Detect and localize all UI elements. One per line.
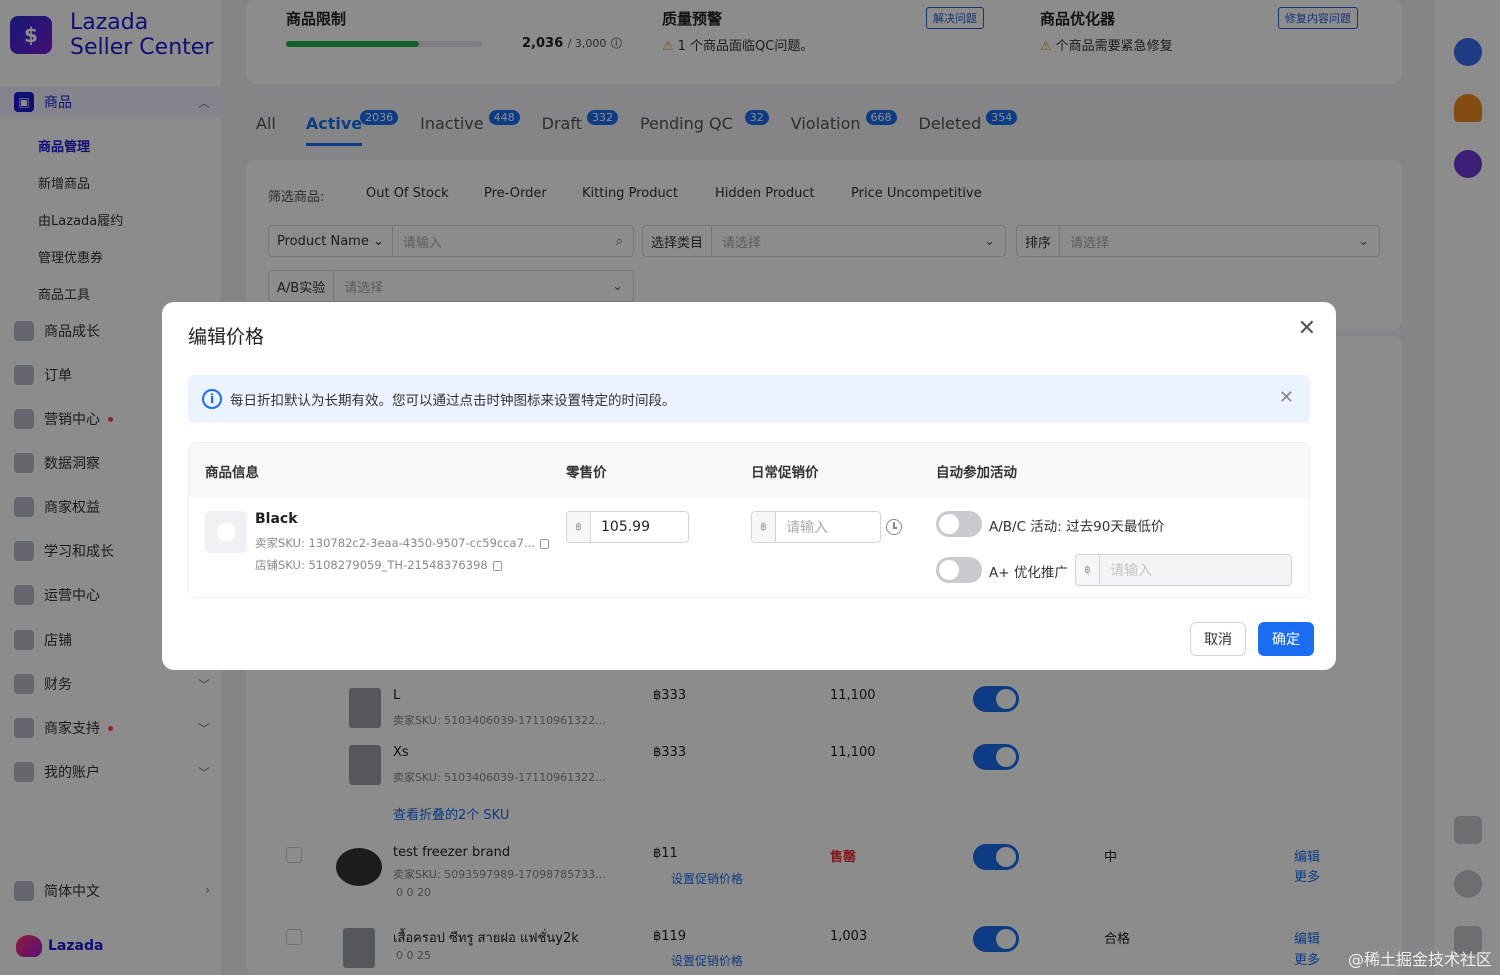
col-retail-price: 零售价: [566, 465, 607, 481]
retail-price-input[interactable]: ฿ 105.99: [566, 511, 689, 543]
col-promo-price: 日常促销价: [751, 465, 819, 481]
price-edit-table: 商品信息 零售价 日常促销价 自动参加活动 Black 卖家SKU: 13078…: [188, 442, 1310, 598]
info-notice: i 每日折扣默认为长期有效。您可以通过点击时钟图标来设置特定的时间段。 ✕: [188, 375, 1310, 423]
currency-symbol: ฿: [1076, 555, 1100, 585]
a-plus-promo-label: A+ 优化推广: [989, 565, 1068, 581]
shop-sku-text: 店铺SKU: 5108279059_TH-21548376398: [255, 558, 488, 572]
a-plus-promo-toggle[interactable]: [936, 557, 982, 583]
retail-price-value[interactable]: 105.99: [591, 519, 650, 535]
currency-symbol: ฿: [752, 512, 776, 542]
promo-price-input[interactable]: ฿ 请输入: [751, 511, 881, 543]
seller-sku: 卖家SKU: 130782c2-3eaa-4350-9507-cc59cca7.…: [255, 535, 549, 551]
notice-close-icon[interactable]: ✕: [1279, 387, 1294, 408]
copy-icon[interactable]: [492, 560, 502, 571]
shop-sku: 店铺SKU: 5108279059_TH-21548376398: [255, 557, 502, 573]
col-product-info: 商品信息: [205, 465, 259, 481]
abc-campaign-label: A/B/C 活动: 过去90天最低价: [989, 519, 1165, 535]
abc-campaign-toggle[interactable]: [936, 511, 982, 537]
close-icon[interactable]: ✕: [1298, 316, 1316, 341]
clock-icon[interactable]: [886, 519, 902, 535]
copy-icon[interactable]: [539, 538, 549, 549]
product-image-placeholder: [205, 511, 247, 553]
a-plus-promo-placeholder: 请输入: [1110, 563, 1152, 579]
cancel-button[interactable]: 取消: [1190, 622, 1246, 656]
info-icon: i: [202, 389, 222, 409]
notice-text: 每日折扣默认为长期有效。您可以通过点击时钟图标来设置特定的时间段。: [230, 393, 676, 409]
seller-sku-text: 卖家SKU: 130782c2-3eaa-4350-9507-cc59cca7.…: [255, 536, 535, 550]
watermark: @稀土掘金技术社区: [1347, 950, 1492, 969]
col-auto-join: 自动参加活动: [936, 465, 1017, 481]
promo-price-placeholder[interactable]: 请输入: [776, 517, 828, 537]
product-variant-name: Black: [255, 511, 298, 527]
currency-symbol: ฿: [567, 512, 591, 542]
a-plus-promo-input: ฿ 请输入: [1075, 554, 1292, 586]
confirm-button[interactable]: 确定: [1258, 622, 1314, 656]
price-table-header: 商品信息 零售价 日常促销价 自动参加活动: [189, 443, 1309, 498]
modal-title: 编辑价格: [188, 326, 265, 348]
edit-price-modal: 编辑价格 ✕ i 每日折扣默认为长期有效。您可以通过点击时钟图标来设置特定的时间…: [162, 302, 1336, 670]
